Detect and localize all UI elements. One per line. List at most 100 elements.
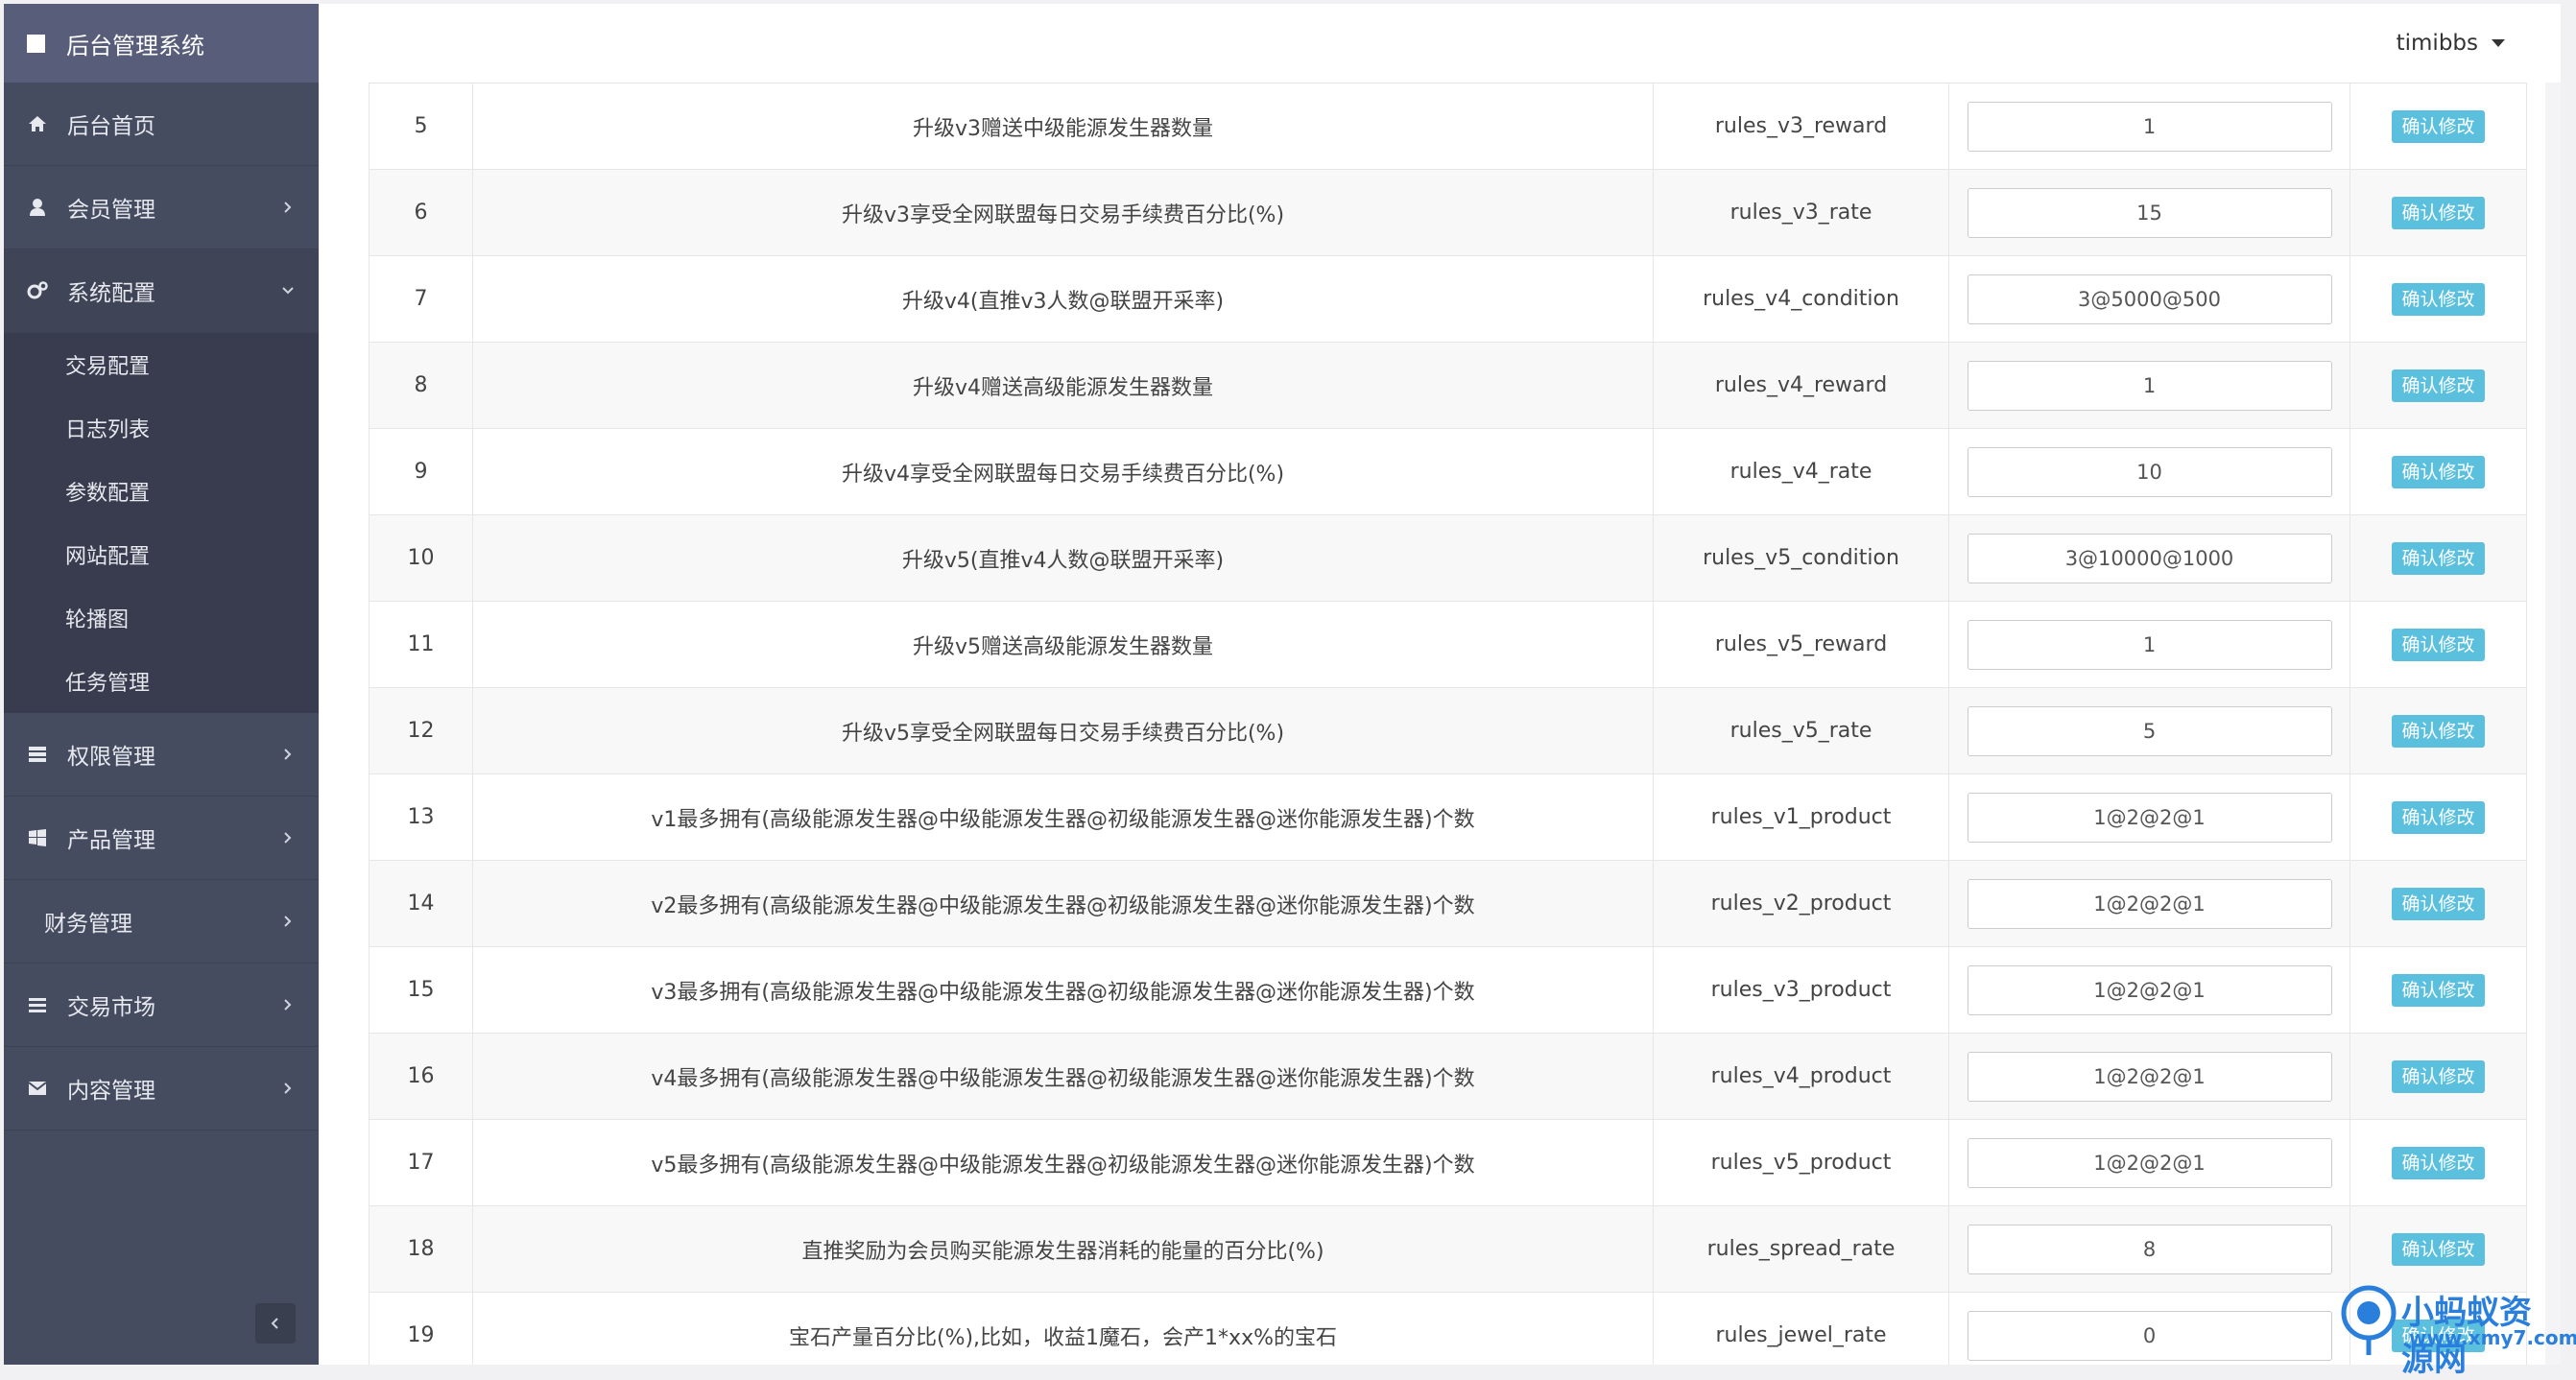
user-dropdown[interactable]: timibbs (2397, 31, 2505, 56)
row-id: 9 (369, 428, 473, 515)
confirm-button[interactable]: 确认修改 (2392, 1146, 2485, 1179)
scrollbar[interactable] (2545, 83, 2561, 1365)
ant-logo-icon (2341, 1285, 2397, 1355)
chevron-right-icon (284, 202, 292, 213)
value-input[interactable] (1967, 101, 2332, 152)
row-description: 直推奖励为会员购买能源发生器消耗的能量的百分比(%) (472, 1205, 1654, 1293)
sidebar-item-0[interactable]: 后台首页 (4, 83, 319, 166)
user-icon (27, 197, 48, 218)
sidebar-item-4[interactable]: 产品管理 (4, 797, 319, 880)
confirm-button[interactable]: 确认修改 (2392, 714, 2485, 748)
value-input[interactable] (1967, 446, 2332, 497)
row-action-cell: 确认修改 (2349, 1033, 2527, 1120)
table-row: 6升级v3享受全网联盟每日交易手续费百分比(%)rules_v3_rate 确认修… (369, 169, 2527, 256)
submenu-item-2[interactable]: 参数配置 (4, 460, 319, 523)
value-input[interactable] (1967, 792, 2332, 843)
row-key: rules_v4_condition (1653, 255, 1949, 343)
row-value-cell (1948, 342, 2350, 429)
row-description: 升级v3享受全网联盟每日交易手续费百分比(%) (472, 169, 1654, 256)
sidebar-item-6[interactable]: 交易市场 (4, 964, 319, 1047)
value-input[interactable] (1967, 1051, 2332, 1102)
collapse-sidebar-button[interactable] (255, 1303, 296, 1344)
windows-icon (27, 827, 48, 848)
table-row: 9升级v4享受全网联盟每日交易手续费百分比(%)rules_v4_rate 确认修… (369, 428, 2527, 515)
submenu-item-5[interactable]: 任务管理 (4, 650, 319, 713)
row-key: rules_v2_product (1653, 860, 1949, 947)
table-row: 15 v3最多拥有(高级能源发生器@中级能源发生器@初级能源发生器@迷你能源发生器… (369, 946, 2527, 1034)
value-input[interactable] (1967, 1310, 2332, 1361)
table-row: 19 宝石产量百分比(%),比如，收益1魔石，会产1*xx%的宝石 rules_je… (369, 1292, 2527, 1365)
row-action-cell: 确认修改 (2349, 428, 2527, 515)
table-row: 12升级v5享受全网联盟每日交易手续费百分比(%)rules_v5_rate 确认… (369, 687, 2527, 774)
value-input[interactable] (1967, 1137, 2332, 1188)
app-title: 后台管理系统 (66, 32, 204, 59)
brand-header[interactable]: 后台管理系统 (4, 4, 319, 83)
row-id: 18 (369, 1205, 473, 1293)
gears-icon (27, 280, 48, 301)
row-value-cell (1948, 1205, 2350, 1293)
submenu-item-1[interactable]: 日志列表 (4, 396, 319, 460)
row-key: rules_v3_rate (1653, 169, 1949, 256)
row-id: 5 (369, 83, 473, 170)
confirm-button[interactable]: 确认修改 (2392, 973, 2485, 1007)
value-input[interactable] (1967, 360, 2332, 411)
sidebar-item-3[interactable]: 权限管理 (4, 713, 319, 797)
sidebar-item-label: 内容管理 (67, 1079, 155, 1104)
row-action-cell: 确认修改 (2349, 860, 2527, 947)
row-id: 15 (369, 946, 473, 1034)
sidebar-item-7[interactable]: 内容管理 (4, 1047, 319, 1130)
confirm-button[interactable]: 确认修改 (2392, 196, 2485, 229)
main-content: 5升级v3赠送中级能源发生器数量rules_v3_reward确认修改6升级v3… (319, 83, 2561, 1365)
value-input[interactable] (1967, 878, 2332, 929)
row-key: rules_v4_reward (1653, 342, 1949, 429)
value-input[interactable] (1967, 187, 2332, 238)
confirm-button[interactable]: 确认修改 (2392, 282, 2485, 316)
value-input[interactable] (1967, 964, 2332, 1015)
value-input[interactable] (1967, 1224, 2332, 1274)
confirm-button[interactable]: 确认修改 (2392, 1232, 2485, 1266)
confirm-button[interactable]: 确认修改 (2392, 455, 2485, 488)
confirm-button[interactable]: 确认修改 (2392, 628, 2485, 661)
row-key: rules_jewel_rate (1653, 1292, 1949, 1365)
value-input[interactable] (1967, 274, 2332, 324)
row-description: 升级v4享受全网联盟每日交易手续费百分比(%) (472, 428, 1654, 515)
row-value-cell (1948, 428, 2350, 515)
sidebar-item-1[interactable]: 会员管理 (4, 166, 319, 250)
value-input[interactable] (1967, 533, 2332, 583)
sidebar-item-5[interactable]: 财务管理 (4, 880, 319, 964)
submenu-item-0[interactable]: 交易配置 (4, 333, 319, 396)
submenu-item-4[interactable]: 轮播图 (4, 586, 319, 650)
logo-square-icon (27, 34, 45, 53)
confirm-button[interactable]: 确认修改 (2392, 109, 2485, 143)
value-input[interactable] (1967, 705, 2332, 756)
confirm-button[interactable]: 确认修改 (2392, 1059, 2485, 1093)
row-value-cell (1948, 601, 2350, 688)
row-id: 11 (369, 601, 473, 688)
table-row: 16 v4最多拥有(高级能源发生器@中级能源发生器@初级能源发生器@迷你能源发生器… (369, 1033, 2527, 1120)
row-value-cell (1948, 860, 2350, 947)
chevron-right-icon (284, 916, 292, 927)
envelope-icon (27, 1078, 48, 1099)
table-row: 13 v1最多拥有(高级能源发生器@中级能源发生器@初级能源发生器@迷你能源发生器… (369, 773, 2527, 861)
row-id: 7 (369, 255, 473, 343)
submenu-item-3[interactable]: 网站配置 (4, 523, 319, 586)
chevron-right-icon (284, 832, 292, 844)
sidebar-menu: 后台首页 会员管理 系统配置 交易配置 日志列表 参数配置 网站配置 轮播图 任务管理权限管理产… (4, 83, 319, 1130)
chevron-down-icon (282, 287, 294, 295)
server-icon (27, 744, 48, 765)
confirm-button[interactable]: 确认修改 (2392, 800, 2485, 834)
row-key: rules_v1_product (1653, 773, 1949, 861)
sidebar-item-label: 权限管理 (67, 745, 155, 770)
chevron-right-icon (284, 749, 292, 760)
confirm-button[interactable]: 确认修改 (2392, 541, 2485, 575)
value-input[interactable] (1967, 619, 2332, 670)
row-value-cell (1948, 1033, 2350, 1120)
row-id: 16 (369, 1033, 473, 1120)
confirm-button[interactable]: 确认修改 (2392, 887, 2485, 920)
row-description: v5最多拥有(高级能源发生器@中级能源发生器@初级能源发生器@迷你能源发生器)个… (472, 1119, 1654, 1206)
table-row: 7升级v4(直推v3人数@联盟开采率)rules_v4_condition 确认修… (369, 255, 2527, 343)
row-value-cell (1948, 773, 2350, 861)
confirm-button[interactable]: 确认修改 (2392, 369, 2485, 402)
sidebar-item-2[interactable]: 系统配置 (4, 250, 319, 333)
sidebar: 后台管理系统 后台首页 会员管理 系统配置 交易配置 日志列表 参数配置 网站配置 轮播图 任务… (4, 4, 319, 1365)
